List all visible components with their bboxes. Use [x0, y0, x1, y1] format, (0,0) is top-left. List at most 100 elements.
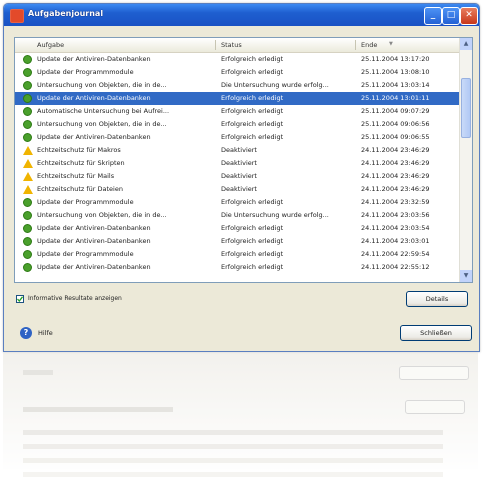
status-cell: Erfolgreich erledigt [221, 250, 284, 258]
minimize-button[interactable]: _ [424, 7, 442, 25]
success-icon [23, 94, 32, 103]
status-cell: Erfolgreich erledigt [221, 224, 284, 232]
table-row[interactable]: Update der Antiviren-Datenbanken Erfolgre… [15, 235, 460, 248]
end-time-cell: 24.11.2004 23:03:01 [361, 237, 430, 245]
end-time-cell: 25.11.2004 13:01:11 [361, 94, 430, 102]
table-row[interactable]: Untersuchung von Objekten, die in de... D… [15, 79, 460, 92]
task-cell: Update der Antiviren-Datenbanken [37, 263, 151, 271]
table-row[interactable]: Untersuchung von Objekten, die in de... E… [15, 118, 460, 131]
table-row[interactable]: Update der Antiviren-Datenbanken Erfolgre… [15, 261, 460, 274]
table-row[interactable]: Update der Programmmodule Erfolgreich erl… [15, 248, 460, 261]
task-cell: Update der Antiviren-Datenbanken [37, 94, 151, 102]
end-time-cell: 25.11.2004 09:06:55 [361, 133, 430, 141]
reflected-row [23, 458, 443, 463]
informative-results-checkbox[interactable] [16, 295, 24, 303]
table-row[interactable]: Update der Antiviren-Datenbanken Erfolgre… [15, 92, 460, 105]
success-icon [23, 107, 32, 116]
task-cell: Update der Antiviren-Datenbanken [37, 55, 151, 63]
warning-icon [23, 159, 33, 168]
close-button[interactable]: Schließen [400, 325, 472, 341]
status-cell: Deaktiviert [221, 185, 257, 193]
reflected-button [405, 400, 465, 414]
end-time-cell: 25.11.2004 09:07:29 [361, 107, 430, 115]
status-cell: Erfolgreich erledigt [221, 198, 284, 206]
end-time-cell: 25.11.2004 09:06:56 [361, 120, 430, 128]
end-time-cell: 25.11.2004 13:17:20 [361, 55, 430, 63]
scroll-down-icon[interactable]: ▼ [460, 270, 472, 282]
column-separator[interactable] [355, 40, 356, 50]
task-cell: Echtzeitschutz für Dateien [37, 185, 123, 193]
close-window-button[interactable]: ✕ [460, 7, 478, 25]
app-icon [10, 9, 24, 23]
success-icon [23, 133, 32, 142]
task-cell: Echtzeitschutz für Skripten [37, 159, 125, 167]
table-row[interactable]: Echtzeitschutz für Mails Deaktiviert 24.11… [15, 170, 460, 183]
end-time-cell: 25.11.2004 13:08:10 [361, 68, 430, 76]
status-cell: Erfolgreich erledigt [221, 263, 284, 271]
vertical-scrollbar[interactable]: ▲ ▼ [459, 38, 472, 282]
success-icon [23, 224, 32, 233]
task-cell: Update der Programmmodule [37, 68, 134, 76]
warning-icon [23, 172, 33, 181]
help-icon[interactable]: ? [20, 327, 32, 339]
task-cell: Untersuchung von Objekten, die in de... [37, 81, 167, 89]
table-row[interactable]: Automatische Untersuchung bei Aufrei... E… [15, 105, 460, 118]
column-header-task[interactable]: Aufgabe [37, 41, 64, 49]
table-row[interactable]: Echtzeitschutz für Dateien Deaktiviert 24.… [15, 183, 460, 196]
status-cell: Die Untersuchung wurde erfolg... [221, 81, 329, 89]
status-cell: Deaktiviert [221, 172, 257, 180]
end-time-cell: 24.11.2004 23:46:29 [361, 172, 430, 180]
column-header-status[interactable]: Status [221, 41, 242, 49]
status-cell: Die Untersuchung wurde erfolg... [221, 211, 329, 219]
maximize-button[interactable]: □ [442, 7, 460, 25]
task-cell: Update der Programmmodule [37, 198, 134, 206]
success-icon [23, 55, 32, 64]
task-cell: Untersuchung von Objekten, die in de... [37, 120, 167, 128]
success-icon [23, 211, 32, 220]
reflected-text [23, 370, 53, 375]
task-journal-window: Aufgabenjournal _ □ ✕ Aufgabe Status End… [3, 3, 480, 352]
end-time-cell: 24.11.2004 23:46:29 [361, 185, 430, 193]
end-time-cell: 24.11.2004 22:59:54 [361, 250, 430, 258]
task-list[interactable]: Aufgabe Status Ende ▼ Update der Antivir… [14, 37, 473, 283]
success-icon [23, 250, 32, 259]
end-time-cell: 24.11.2004 23:03:54 [361, 224, 430, 232]
task-cell: Update der Programmmodule [37, 250, 134, 258]
table-row[interactable]: Update der Programmmodule Erfolgreich erl… [15, 196, 460, 209]
status-cell: Erfolgreich erledigt [221, 120, 284, 128]
task-cell: Update der Antiviren-Datenbanken [37, 224, 151, 232]
status-cell: Erfolgreich erledigt [221, 237, 284, 245]
table-row[interactable]: Untersuchung von Objekten, die in de... D… [15, 209, 460, 222]
end-time-cell: 25.11.2004 13:03:14 [361, 81, 430, 89]
table-row[interactable]: Update der Antiviren-Datenbanken Erfolgre… [15, 222, 460, 235]
table-row[interactable]: Update der Programmmodule Erfolgreich erl… [15, 66, 460, 79]
table-row[interactable]: Update der Antiviren-Datenbanken Erfolgre… [15, 131, 460, 144]
task-rows: Update der Antiviren-Datenbanken Erfolgre… [15, 53, 460, 274]
title-bar[interactable]: Aufgabenjournal _ □ ✕ [4, 4, 479, 26]
end-time-cell: 24.11.2004 22:55:12 [361, 263, 430, 271]
column-header-end[interactable]: Ende [361, 41, 377, 49]
reflected-text [23, 407, 173, 412]
end-time-cell: 24.11.2004 23:03:56 [361, 211, 430, 219]
task-cell: Update der Antiviren-Datenbanken [37, 133, 151, 141]
table-row[interactable]: Update der Antiviren-Datenbanken Erfolgre… [15, 53, 460, 66]
success-icon [23, 263, 32, 272]
column-separator[interactable] [215, 40, 216, 50]
warning-icon [23, 185, 33, 194]
table-row[interactable]: Echtzeitschutz für Makros Deaktiviert 24.1… [15, 144, 460, 157]
status-cell: Erfolgreich erledigt [221, 68, 284, 76]
warning-icon [23, 146, 33, 155]
table-row[interactable]: Echtzeitschutz für Skripten Deaktiviert 24… [15, 157, 460, 170]
task-cell: Update der Antiviren-Datenbanken [37, 237, 151, 245]
status-cell: Deaktiviert [221, 159, 257, 167]
status-cell: Erfolgreich erledigt [221, 55, 284, 63]
task-cell: Echtzeitschutz für Mails [37, 172, 115, 180]
scroll-up-icon[interactable]: ▲ [460, 38, 472, 50]
details-button[interactable]: Details [406, 291, 468, 307]
help-link[interactable]: Hilfe [38, 329, 53, 337]
success-icon [23, 237, 32, 246]
scroll-thumb[interactable] [461, 78, 471, 138]
reflected-row [23, 472, 443, 477]
informative-results-label: Informative Resultate anzeigen [28, 295, 122, 302]
status-cell: Erfolgreich erledigt [221, 107, 284, 115]
